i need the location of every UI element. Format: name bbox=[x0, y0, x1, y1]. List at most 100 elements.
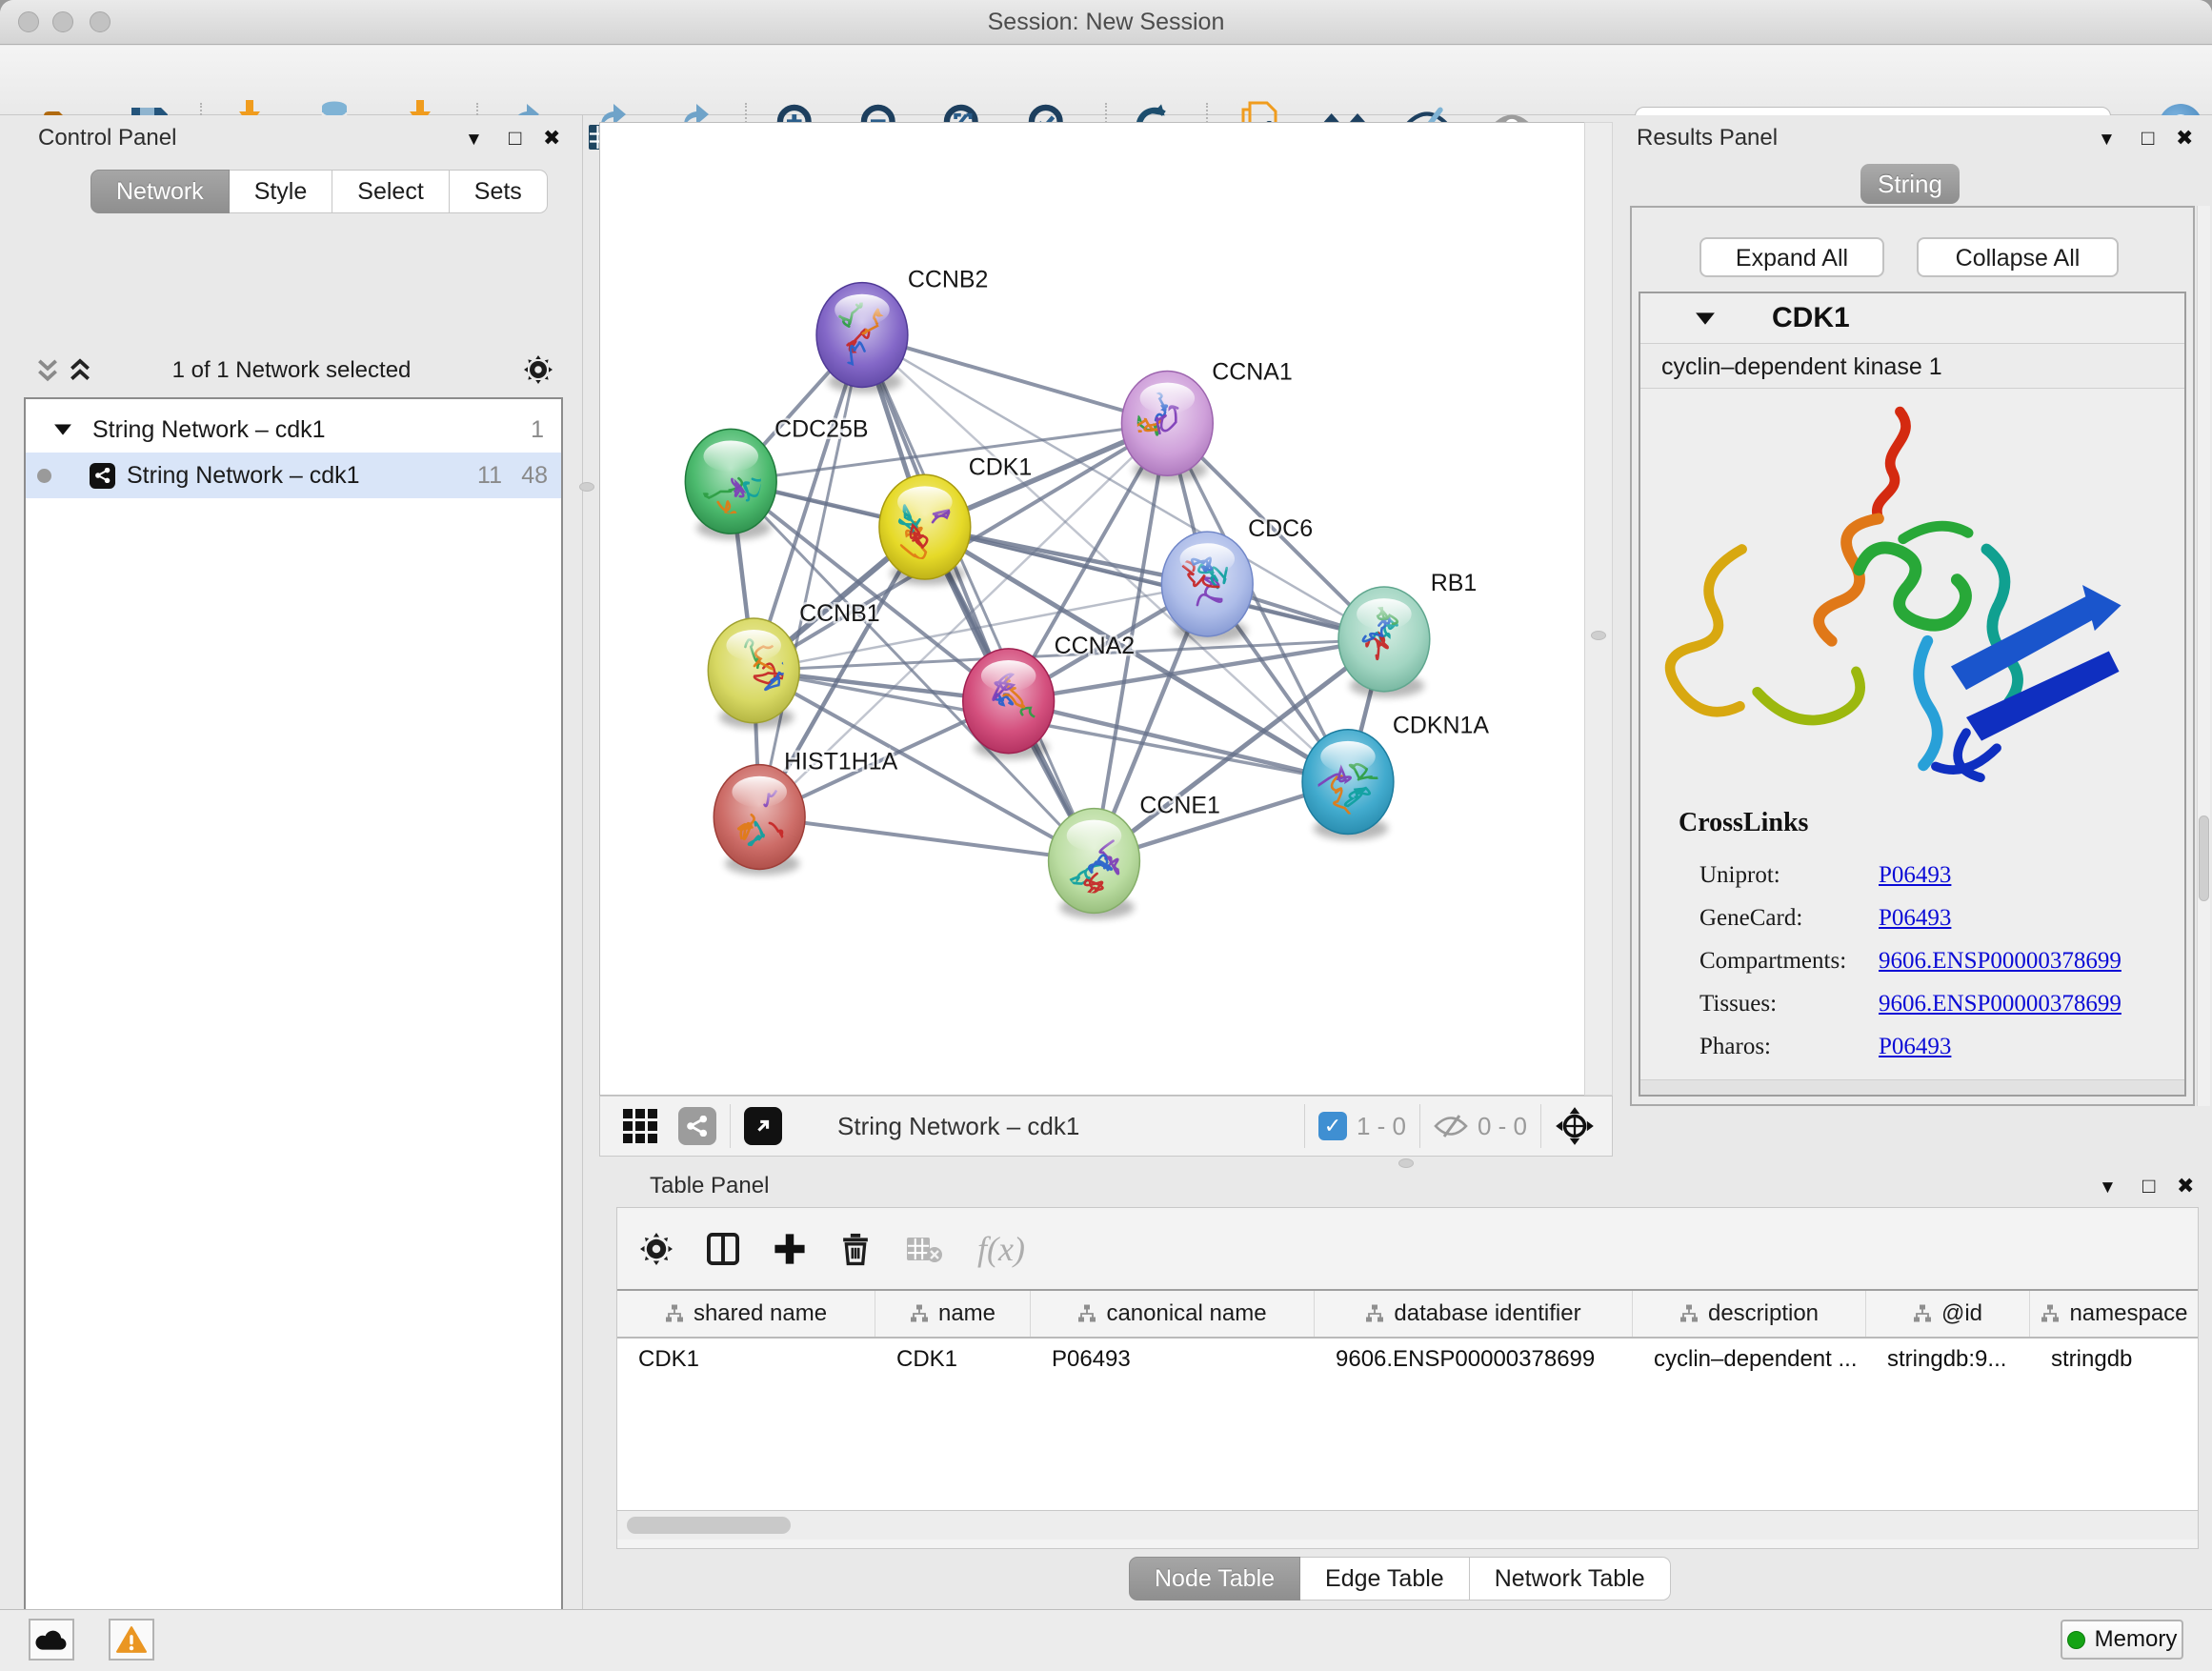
tab-select[interactable]: Select bbox=[332, 170, 449, 213]
node-label-CCNE1: CCNE1 bbox=[1139, 793, 1220, 819]
crosslink-link[interactable]: P06493 bbox=[1879, 905, 1951, 932]
edge-CCNB2-CCNE1[interactable] bbox=[862, 335, 1095, 861]
column-type-icon bbox=[1679, 1304, 1699, 1323]
collapse-all-button[interactable]: Collapse All bbox=[1917, 237, 2119, 277]
table-hscroll-thumb[interactable] bbox=[627, 1517, 791, 1534]
table-settings-gear-icon[interactable] bbox=[640, 1233, 673, 1265]
node-CCNB2[interactable]: CCNB2 bbox=[816, 267, 988, 393]
column-header-4[interactable]: description bbox=[1633, 1291, 1866, 1337]
table-toolbar: f(x) bbox=[617, 1208, 2198, 1289]
open-in-new-icon[interactable] bbox=[744, 1107, 782, 1145]
node-details-section: CDK1 cyclin–dependent kinase 1 bbox=[1639, 292, 2186, 1097]
panel-close-icon[interactable]: ✖ bbox=[2177, 1172, 2194, 1200]
results-scroll-thumb[interactable] bbox=[2199, 815, 2209, 901]
network-row-selected[interactable]: String Network – cdk1 11 48 bbox=[26, 453, 561, 498]
delete-column-icon[interactable] bbox=[840, 1232, 871, 1266]
table-row[interactable]: CDK1CDK1P064939606.ENSP00000378699cyclin… bbox=[617, 1339, 2198, 1382]
crosslink-link[interactable]: 9606.ENSP00000378699 bbox=[1879, 991, 2122, 1017]
horizontal-splitter-handle[interactable] bbox=[1398, 1158, 1414, 1168]
panel-menu-caret-icon[interactable]: ▼ bbox=[2098, 126, 2116, 154]
node-CDC25B[interactable]: CDC25B bbox=[685, 415, 868, 539]
tab-node-table[interactable]: Node Table bbox=[1129, 1557, 1300, 1601]
warnings-button[interactable] bbox=[109, 1619, 154, 1661]
crosslink-label: Tissues: bbox=[1699, 991, 1879, 1017]
memory-label: Memory bbox=[2095, 1626, 2178, 1653]
collection-count: 1 bbox=[531, 416, 544, 444]
string-network-icon bbox=[90, 463, 115, 489]
panel-float-icon[interactable]: □ bbox=[509, 124, 521, 152]
grid-view-icon[interactable] bbox=[623, 1109, 657, 1143]
node-HIST1H1A[interactable]: HIST1H1A bbox=[714, 749, 897, 876]
column-type-icon bbox=[1077, 1304, 1096, 1323]
crosslinks-hscrollbar[interactable] bbox=[1640, 1079, 2184, 1095]
column-header-6[interactable]: namespace bbox=[2030, 1291, 2198, 1337]
tab-string[interactable]: String bbox=[1860, 164, 1960, 204]
node-CDKN1A[interactable]: CDKN1A bbox=[1302, 713, 1489, 840]
network-collection-row[interactable]: String Network – cdk1 1 bbox=[26, 407, 561, 453]
memory-button[interactable]: Memory bbox=[2061, 1620, 2183, 1660]
column-type-icon bbox=[1913, 1304, 1932, 1323]
crosslink-link[interactable]: P06493 bbox=[1879, 862, 1951, 889]
crosshair-icon[interactable] bbox=[1555, 1106, 1595, 1146]
panel-float-icon[interactable]: □ bbox=[2142, 1172, 2155, 1200]
edge-CCNB2-HIST1H1A[interactable] bbox=[759, 335, 862, 817]
tab-sets[interactable]: Sets bbox=[450, 170, 548, 213]
panel-close-icon[interactable]: ✖ bbox=[543, 124, 560, 152]
node-section-header[interactable]: CDK1 bbox=[1640, 293, 2184, 343]
network-edge-count: 48 bbox=[521, 462, 548, 490]
string-view-icon[interactable] bbox=[678, 1107, 716, 1145]
tab-edge-table[interactable]: Edge Table bbox=[1300, 1557, 1470, 1601]
table-panel-title: Table Panel bbox=[650, 1173, 769, 1199]
panel-menu-caret-icon[interactable]: ▼ bbox=[465, 126, 483, 154]
tree-expander-icon[interactable] bbox=[54, 424, 71, 435]
crosslink-row: Uniprot:P06493 bbox=[1699, 862, 2176, 889]
tab-style[interactable]: Style bbox=[230, 170, 333, 213]
cloud-status-button[interactable] bbox=[29, 1619, 74, 1661]
main-toolbar: ? bbox=[0, 46, 2212, 115]
network-graph[interactable]: CCNB2CCNA1CDC25BCDK1CDC6RB1CCNB1CCNA2CDK… bbox=[600, 123, 1584, 1095]
tab-network-table[interactable]: Network Table bbox=[1470, 1557, 1671, 1601]
node-table[interactable]: shared namenamecanonical namedatabase id… bbox=[617, 1289, 2198, 1511]
crosslink-label: Uniprot: bbox=[1699, 862, 1879, 889]
column-header-5[interactable]: @id bbox=[1866, 1291, 2030, 1337]
selected-checkbox-icon[interactable]: ✓ bbox=[1318, 1112, 1347, 1140]
hidden-eye-icon[interactable] bbox=[1434, 1114, 1468, 1138]
gear-icon[interactable] bbox=[524, 355, 553, 384]
crosslink-link[interactable]: P06493 bbox=[1879, 1034, 1951, 1060]
column-header-1[interactable]: name bbox=[875, 1291, 1031, 1337]
divider bbox=[1419, 1104, 1420, 1148]
section-collapse-icon[interactable] bbox=[1696, 312, 1715, 325]
edge-CCNB2-CCNA1[interactable] bbox=[862, 335, 1167, 424]
panel-menu-caret-icon[interactable]: ▼ bbox=[2099, 1174, 2117, 1202]
results-panel-title: Results Panel bbox=[1637, 125, 1778, 151]
results-vscrollbar[interactable] bbox=[2197, 206, 2210, 1106]
column-header-0[interactable]: shared name bbox=[617, 1291, 875, 1337]
column-header-2[interactable]: canonical name bbox=[1031, 1291, 1315, 1337]
network-list-header: 1 of 1 Network selected bbox=[0, 344, 583, 397]
tab-network[interactable]: Network bbox=[90, 170, 230, 213]
vertical-splitter-handle[interactable] bbox=[579, 482, 594, 492]
add-column-icon[interactable] bbox=[774, 1233, 806, 1265]
node-table-container: f(x) shared namenamecanonical namedataba… bbox=[616, 1207, 2199, 1549]
network-canvas[interactable]: CCNB2CCNA1CDC25BCDK1CDC6RB1CCNB1CCNA2CDK… bbox=[599, 122, 1584, 1096]
panel-float-icon[interactable]: □ bbox=[2142, 124, 2154, 152]
node-CCNE1[interactable]: CCNE1 bbox=[1049, 793, 1220, 919]
crosslink-link[interactable]: 9606.ENSP00000378699 bbox=[1879, 948, 2122, 975]
table-hscrollbar[interactable] bbox=[617, 1511, 2198, 1540]
expand-all-button[interactable]: Expand All bbox=[1699, 237, 1884, 277]
canvas-results-splitter[interactable] bbox=[1584, 122, 1613, 1096]
node-RB1[interactable]: RB1 bbox=[1338, 570, 1477, 697]
table-cell: P06493 bbox=[1031, 1339, 1315, 1382]
panel-close-icon[interactable]: ✖ bbox=[2176, 124, 2193, 152]
splitter-grip[interactable] bbox=[1591, 631, 1606, 640]
node-CDC6[interactable]: CDC6 bbox=[1161, 515, 1313, 642]
window-title: Session: New Session bbox=[0, 0, 2212, 45]
title-bar: Session: New Session bbox=[0, 0, 2212, 45]
hidden-node-edge-counts: 0 - 0 bbox=[1478, 1112, 1527, 1141]
column-header-3[interactable]: database identifier bbox=[1315, 1291, 1633, 1337]
node-label-CCNB2: CCNB2 bbox=[908, 267, 989, 293]
edge-HIST1H1A-CCNE1[interactable] bbox=[759, 817, 1094, 861]
show-columns-icon[interactable] bbox=[707, 1233, 739, 1265]
delete-table-icon bbox=[905, 1235, 943, 1263]
control-panel: Control Panel ▼ □ ✖ Network Style Select… bbox=[0, 115, 583, 1609]
